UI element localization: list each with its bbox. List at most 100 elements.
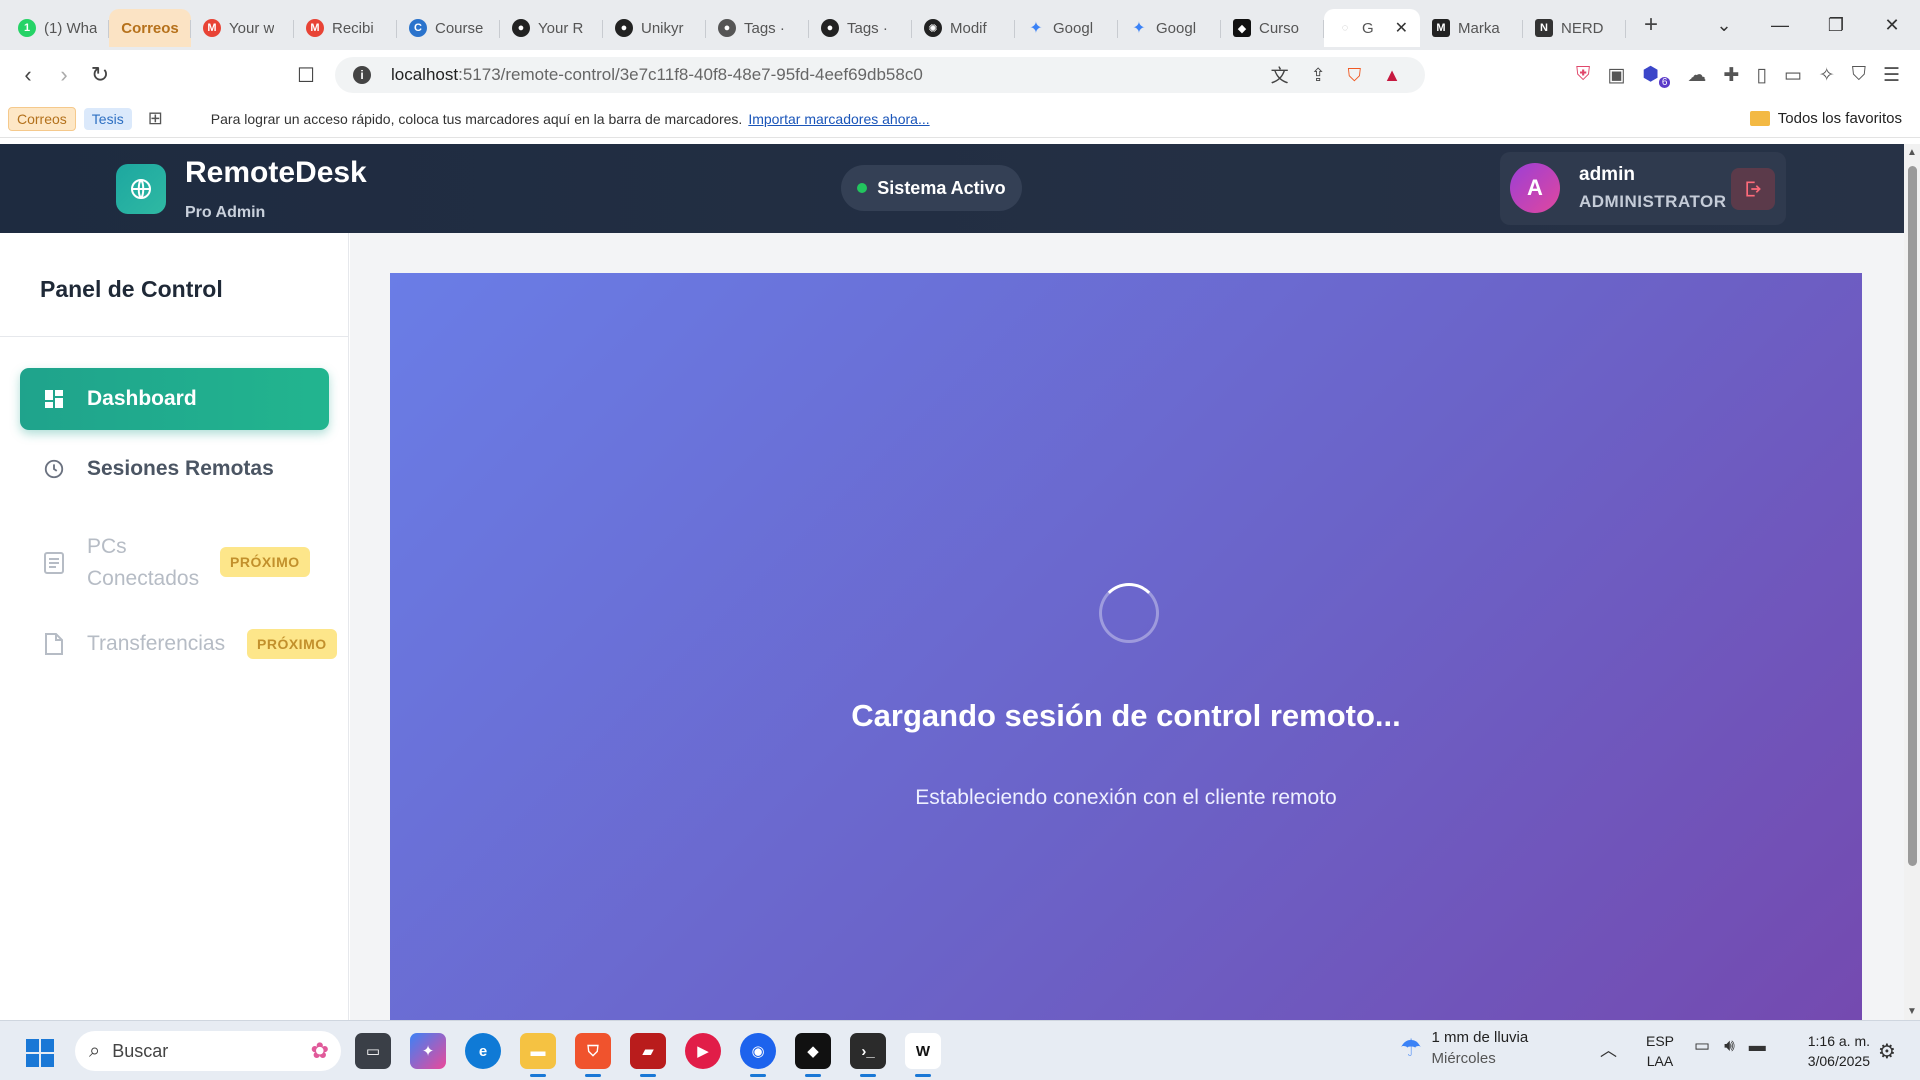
battery-icon[interactable]: ▬ [1749,1036,1766,1056]
docker-icon[interactable]: ◉ [740,1033,776,1077]
minimize-button[interactable]: — [1752,15,1808,36]
bookmarks-hint: Para lograr un acceso rápido, coloca tus… [210,110,743,127]
browser-tab[interactable]: C Course [397,9,500,47]
browser-tab[interactable]: ✺ Modif [912,9,1015,47]
file-explorer-icon[interactable]: ▬ [520,1033,556,1077]
all-favorites[interactable]: Todos los favoritos [1749,110,1902,127]
browser-tab[interactable]: 1(1) WhatsApp [6,9,109,47]
volume-icon[interactable]: 🔊︎ [1724,1036,1735,1056]
cursor-app-icon[interactable]: ◆ [795,1033,831,1077]
url-path: :5173/remote-control/3e7c11f8-40f8-48e7-… [458,65,923,84]
site-info-icon[interactable]: i [353,66,371,84]
shield-icon[interactable]: ⛉ [1852,64,1866,86]
scroll-thumb[interactable] [1908,166,1917,866]
brave-shields-icon[interactable]: ⛉ [1348,65,1362,86]
gemini-icon: ✦ [1029,20,1043,37]
sidebar-toggle-icon[interactable]: ▯ [1756,64,1766,87]
browser-tab[interactable]: ● Unikyr [603,9,706,47]
clock[interactable]: 1:16 a. m. 3/06/2025 [1790,1031,1870,1071]
bookmark-icon[interactable]: ☐ [288,63,324,88]
notifications-icon[interactable]: ⚙ [1878,1039,1896,1064]
music-icon[interactable]: ▶ [685,1033,721,1069]
browser-tab[interactable]: M Recibi [294,9,397,47]
forward-icon[interactable]: › [46,62,82,88]
browser-tab[interactable]: ● Tags · [706,9,809,47]
vpn-icon[interactable]: ⛨ [1576,64,1590,86]
dashboard-icon [42,387,66,411]
remote-session-panel: Cargando sesión de control remoto... Est… [390,273,1862,1020]
weather-widget[interactable]: ☂ 1 mm de lluvia Miércoles [1400,1029,1528,1067]
chevron-up-icon[interactable]: ︿ [1600,1036,1617,1061]
new-tab-button[interactable]: + [1644,11,1658,39]
sidebar-item-label: Sesiones Remotas [87,457,274,480]
sidebar-item-pcs[interactable]: PCs Conectados PRÓXIMO [20,519,329,607]
translate-icon[interactable]: 文 [1271,62,1289,88]
brave-rewards-icon[interactable]: ▲ [1383,65,1401,86]
app-header: RemoteDesk Pro Admin Sistema Activo A ad… [0,144,1904,233]
extension-badge-icon[interactable]: ⬢ 6 [1642,63,1671,88]
loading-spinner-icon [1099,583,1159,643]
page-scrollbar[interactable]: ▲ ▼ [1904,144,1920,1020]
browser-tab-active[interactable]: ◌ G ✕ [1324,9,1420,47]
close-window-button[interactable]: ✕ [1864,15,1920,36]
extension-icon[interactable]: ▣ [1607,64,1625,87]
browser-tab[interactable]: ● Your R [500,9,603,47]
apps-grid-icon[interactable]: ⊞ [148,108,163,129]
gmail-icon: M [203,19,221,37]
sidebar-item-dashboard[interactable]: Dashboard [20,368,329,430]
wallet-icon[interactable]: ▭ [1784,64,1802,87]
close-tab-icon[interactable]: ✕ [1395,18,1408,38]
task-view-icon[interactable]: ▭ [355,1033,391,1069]
browser-tab[interactable]: N NERD [1523,9,1626,47]
import-bookmarks-link[interactable]: Importar marcadores ahora... [748,111,929,127]
tab-search-icon[interactable]: ⌄ [1696,15,1752,36]
puzzle-icon[interactable]: ✚ [1723,64,1739,87]
app-icon[interactable]: ▰ [630,1033,666,1077]
taskbar-search[interactable]: ⌕ Buscar ✿ [75,1031,341,1071]
nerd-icon: N [1535,19,1553,37]
browser-tab[interactable]: ◆ Curso [1221,9,1324,47]
terminal-icon[interactable]: ›_ [850,1033,886,1077]
medium-icon: M [1432,19,1450,37]
system-icons: ▭ 🔊︎ ▬ [1694,1036,1766,1056]
bookmark-group-tesis[interactable]: Tesis [83,107,132,130]
sidebar-item-transferencias[interactable]: Transferencias PRÓXIMO [20,613,337,675]
language-indicator[interactable]: ESP LAA [1646,1031,1674,1071]
scroll-down-icon[interactable]: ▼ [1907,1006,1917,1017]
scroll-up-icon[interactable]: ▲ [1907,147,1917,158]
logout-button[interactable] [1731,168,1775,210]
sidebar-item-label: Transferencias [87,632,226,655]
loading-title: Cargando sesión de control remoto... [851,698,1401,733]
bookmark-group-correos[interactable]: Correos [8,106,76,131]
clock-icon [42,457,66,481]
address-bar[interactable]: i localhost:5173/remote-control/3e7c11f8… [335,57,1425,93]
sidebar-divider [0,336,349,337]
sidebar-item-sesiones[interactable]: Sesiones Remotas [20,438,329,500]
windows-start-icon[interactable] [26,1039,54,1067]
search-icon: ⌕ [89,1039,101,1062]
browser-tab[interactable]: M Your w [191,9,294,47]
cursor-icon: ◆ [1233,19,1251,37]
cloud-icon[interactable]: ☁ [1687,64,1706,87]
menu-icon[interactable]: ☰ [1883,64,1900,87]
edge-icon[interactable]: e [465,1033,501,1069]
back-icon[interactable]: ‹ [10,62,46,88]
copilot-icon[interactable]: ✦ [410,1033,446,1069]
maximize-button[interactable]: ❐ [1808,15,1864,36]
brand-name: RemoteDesk [185,156,367,189]
browser-tab[interactable]: ✦ Googl [1015,9,1118,47]
brave-icon[interactable]: ⛉ [575,1033,611,1077]
network-icon[interactable]: ▭ [1694,1036,1710,1056]
tab-group-correos[interactable]: Correos [109,9,191,47]
reload-icon[interactable]: ↻ [82,62,118,88]
github-icon: ● [615,19,633,37]
leo-icon[interactable]: ✧ [1819,64,1835,87]
status-dot-icon [857,183,868,193]
rain-cloud-icon: ☂ [1400,1034,1422,1062]
share-icon[interactable]: ⇪ [1311,65,1326,86]
browser-tab[interactable]: ✦ Googl [1118,9,1221,47]
browser-toolbar: ‹ › ↻ ☐ i localhost:5173/remote-control/… [0,50,1920,100]
browser-tab[interactable]: M Marka [1420,9,1523,47]
word-app-icon[interactable]: W [905,1033,941,1077]
browser-tab[interactable]: ● Tags · [809,9,912,47]
